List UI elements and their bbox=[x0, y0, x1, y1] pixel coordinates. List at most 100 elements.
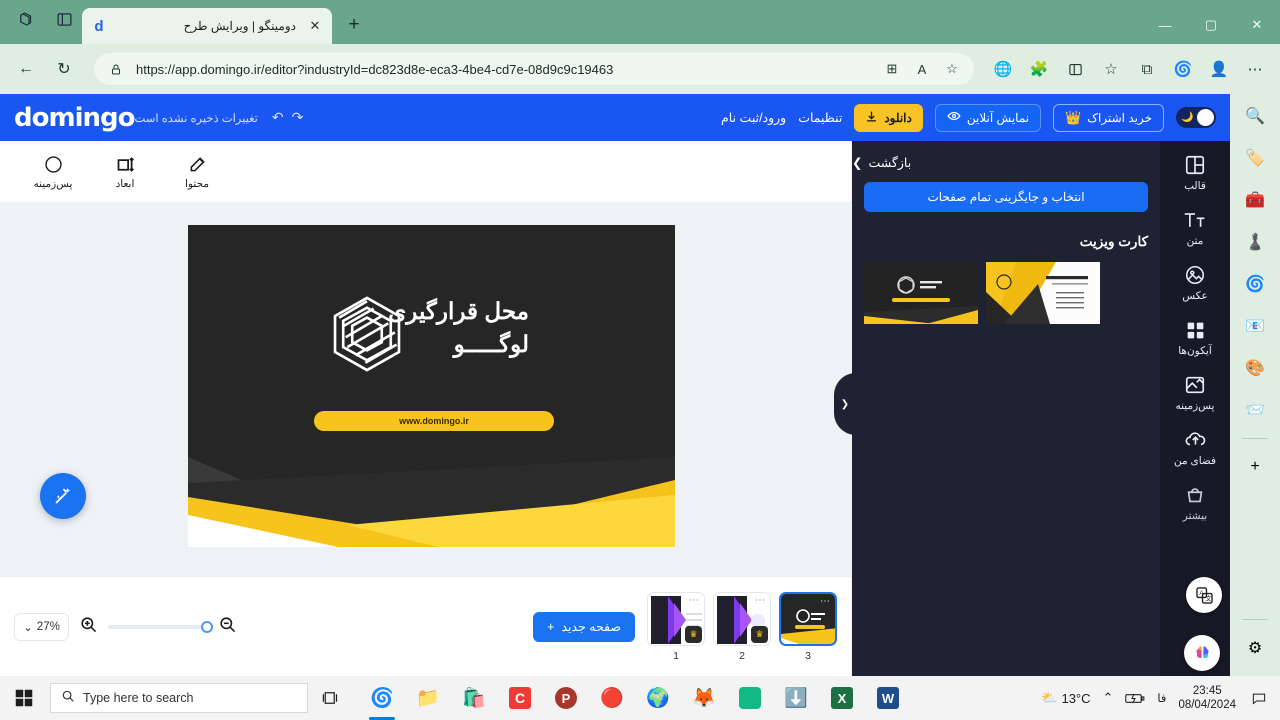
tab-list-icon[interactable] bbox=[52, 7, 76, 31]
download-button[interactable]: دانلود bbox=[854, 103, 923, 132]
photoshop-icon[interactable]: P bbox=[544, 676, 588, 720]
collections-icon[interactable] bbox=[1060, 54, 1090, 84]
login-register-link[interactable]: ورود/ثبت نام bbox=[721, 110, 786, 125]
sidebar-item-template[interactable]: قالب bbox=[1165, 153, 1225, 192]
windows-start-icon[interactable] bbox=[0, 676, 48, 720]
microsoft-store-icon[interactable]: 🛍️ bbox=[452, 676, 496, 720]
page-thumb-2[interactable]: ⋯ ♛ 2 bbox=[713, 591, 771, 662]
back-button[interactable]: ← bbox=[10, 53, 42, 85]
sidebar-item-image[interactable]: عکس bbox=[1165, 263, 1225, 302]
sidebar-item-background[interactable]: پس‌زمینه bbox=[1165, 373, 1225, 412]
sidebar-item-more[interactable]: بیشتر bbox=[1165, 483, 1225, 522]
domingo-logo[interactable]: domingo bbox=[14, 103, 135, 133]
settings-link[interactable]: تنظیمات bbox=[798, 110, 842, 125]
template-card-dark[interactable] bbox=[864, 262, 978, 324]
profile-avatar[interactable]: 👤 bbox=[1204, 54, 1234, 84]
tab-close-icon[interactable]: ✕ bbox=[306, 17, 324, 35]
zoom-slider[interactable] bbox=[108, 620, 213, 633]
tab-search-icon[interactable] bbox=[14, 7, 38, 31]
business-card-design[interactable]: محل قرارگیری لوگـــــو www.domingo.ir bbox=[188, 225, 675, 547]
notification-icon[interactable] bbox=[1248, 687, 1270, 709]
idm-icon[interactable]: ⬇️ bbox=[774, 676, 818, 720]
search-icon[interactable]: 🔍 bbox=[1241, 102, 1269, 130]
tool-content[interactable]: محتوا bbox=[174, 153, 220, 190]
replace-all-pages-button[interactable]: انتخاب و جایگزینی تمام صفحات bbox=[864, 182, 1148, 212]
games-icon[interactable]: ♟️ bbox=[1241, 228, 1269, 256]
chrome-icon[interactable]: 🔴 bbox=[590, 676, 634, 720]
edge-icon[interactable]: 🌀 bbox=[360, 676, 404, 720]
copilot-icon[interactable]: 🌀 bbox=[1168, 54, 1198, 84]
split-icon[interactable]: ⧉ bbox=[1132, 54, 1162, 84]
language-indicator[interactable]: فا bbox=[1157, 691, 1166, 705]
extensions-icon[interactable]: 🧩 bbox=[1024, 54, 1054, 84]
taskbar-apps: 🌀 📁 🛍️ C P 🔴 🌍 🦊 ⬇️ X W bbox=[360, 676, 910, 720]
telegram-icon[interactable]: 📨 bbox=[1241, 396, 1269, 424]
dark-mode-toggle[interactable]: 🌙 bbox=[1176, 107, 1216, 128]
omnibox[interactable]: https://app.domingo.ir/editor?industryId… bbox=[94, 53, 974, 85]
task-view-icon[interactable] bbox=[308, 676, 352, 720]
outlook-icon[interactable]: 📧 bbox=[1241, 312, 1269, 340]
zoom-in-icon[interactable] bbox=[79, 615, 98, 639]
panel-collapse-handle[interactable]: ❯ bbox=[834, 373, 856, 435]
camtasia-icon[interactable]: C bbox=[498, 676, 542, 720]
tray-expand-icon[interactable]: ⌃ bbox=[1103, 690, 1114, 706]
file-explorer-icon[interactable]: 📁 bbox=[406, 676, 450, 720]
taskbar-search-input[interactable]: Type here to search bbox=[50, 683, 308, 713]
page-number: 1 bbox=[673, 649, 679, 662]
taskbar-clock[interactable]: 23:45 08/04/2024 bbox=[1178, 684, 1236, 713]
page-thumb-box[interactable]: ⋯ ♛ bbox=[647, 591, 705, 646]
thumb-menu-icon[interactable]: ⋯ bbox=[755, 595, 765, 606]
weather-widget[interactable]: ⛅ 13°C bbox=[1041, 690, 1090, 706]
download-label: دانلود bbox=[884, 110, 912, 125]
sidebar-item-my-space[interactable]: فضای من bbox=[1165, 428, 1225, 467]
add-site-icon[interactable]: + bbox=[1241, 453, 1269, 481]
split-screen-icon[interactable]: ⊞ bbox=[882, 59, 902, 79]
firefox-browser-icon[interactable]: 🌍 bbox=[636, 676, 680, 720]
tool-background[interactable]: پس‌زمینه bbox=[30, 153, 76, 190]
page-thumb-1[interactable]: ⋯ ♛ 1 bbox=[647, 591, 705, 662]
gear-icon[interactable]: ⚙ bbox=[1241, 634, 1269, 662]
reload-button[interactable]: ↻ bbox=[48, 53, 80, 85]
translate-bubble-button[interactable]: A 文 bbox=[1186, 577, 1222, 613]
undo-icon[interactable]: ↶ bbox=[272, 109, 284, 126]
minimize-button[interactable]: — bbox=[1142, 8, 1188, 42]
close-window-button[interactable]: ✕ bbox=[1234, 8, 1280, 42]
image-creator-icon[interactable]: 🎨 bbox=[1241, 354, 1269, 382]
browser-settings-icon[interactable]: ⋯ bbox=[1240, 54, 1270, 84]
zoom-slider-thumb[interactable] bbox=[201, 620, 213, 633]
shopping-tag-icon[interactable]: 🏷️ bbox=[1241, 144, 1269, 172]
zoom-level-select[interactable]: ⌄ 27% bbox=[14, 612, 69, 641]
favorites-icon[interactable]: ☆ bbox=[1096, 54, 1126, 84]
ai-magic-button[interactable] bbox=[40, 473, 86, 519]
buy-subscription-button[interactable]: خرید اشتراک 👑 bbox=[1053, 103, 1164, 132]
tool-dimensions[interactable]: ابعاد bbox=[102, 153, 148, 190]
maximize-button[interactable]: ▢ bbox=[1188, 8, 1234, 42]
page-thumb-box-selected[interactable]: ⋯ bbox=[779, 591, 837, 646]
new-page-button[interactable]: صفحه جدید + bbox=[533, 611, 635, 642]
favorite-star-icon[interactable]: ☆ bbox=[942, 59, 962, 79]
sidebar-item-text[interactable]: متن bbox=[1165, 208, 1225, 247]
template-card-light[interactable] bbox=[986, 262, 1100, 324]
page-thumb-3[interactable]: ⋯ 3 bbox=[779, 591, 837, 662]
ai-brain-bubble-button[interactable] bbox=[1184, 635, 1220, 671]
new-tab-button[interactable]: + bbox=[340, 10, 368, 40]
firefox-icon[interactable]: 🦊 bbox=[682, 676, 726, 720]
panel-back-button[interactable]: بازگشت ❯ bbox=[852, 141, 1160, 170]
canvas-area[interactable]: محل قرارگیری لوگـــــو www.domingo.ir ▼ bbox=[0, 203, 851, 613]
zoom-out-icon[interactable] bbox=[218, 615, 237, 639]
thumb-menu-icon[interactable]: ⋯ bbox=[820, 596, 830, 607]
battery-charging-icon[interactable] bbox=[1125, 692, 1145, 705]
copilot-icon[interactable]: 🌀 bbox=[1241, 270, 1269, 298]
app-green-icon[interactable] bbox=[728, 676, 772, 720]
browser-essentials-icon[interactable]: 🌐 bbox=[988, 54, 1018, 84]
word-icon[interactable]: W bbox=[866, 676, 910, 720]
read-aloud-icon[interactable]: A bbox=[912, 59, 932, 79]
page-thumb-box[interactable]: ⋯ ♛ bbox=[713, 591, 771, 646]
tools-icon[interactable]: 🧰 bbox=[1241, 186, 1269, 214]
browser-tab[interactable]: d دومینگو | ویرایش طرح ✕ bbox=[82, 8, 332, 44]
online-preview-button[interactable]: نمایش آنلاین bbox=[934, 103, 1042, 132]
thumb-menu-icon[interactable]: ⋯ bbox=[689, 595, 699, 606]
redo-icon[interactable]: ↷ bbox=[292, 109, 304, 126]
sidebar-item-icons[interactable]: آیکون‌ها bbox=[1165, 318, 1225, 357]
excel-icon[interactable]: X bbox=[820, 676, 864, 720]
